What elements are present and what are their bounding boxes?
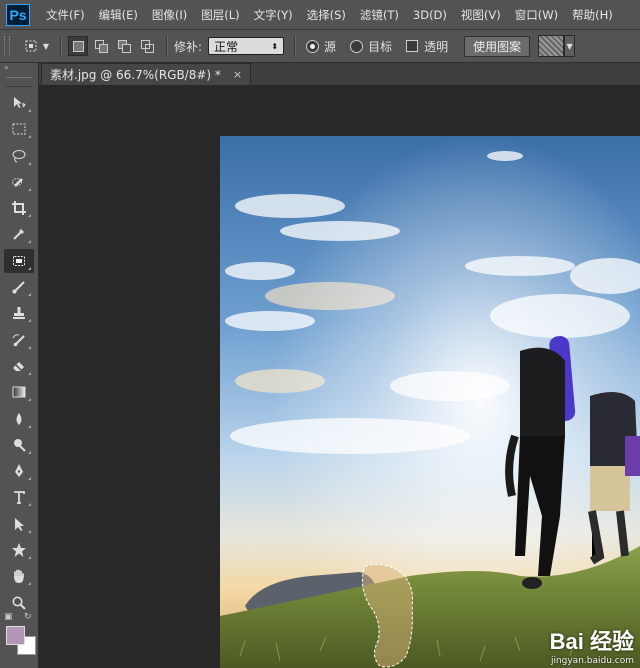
canvas-area[interactable]: Bai 经验 jingyan.baidu.com (39, 85, 640, 668)
quick-selection-icon (12, 177, 23, 187)
default-colors-icon[interactable]: ▣ (4, 612, 13, 622)
photoshop-logo: Ps (6, 3, 30, 26)
patch-icon (13, 255, 25, 266)
menu-3d[interactable]: 3D(D) (413, 8, 447, 22)
intersect-selection-icon (141, 40, 154, 53)
divider (60, 35, 62, 57)
pattern-swatch[interactable] (538, 35, 565, 57)
marquee-tool[interactable] (4, 117, 34, 141)
foreground-color-swatch[interactable] (6, 626, 25, 645)
history-brush-tool[interactable] (4, 328, 34, 352)
history-brush-icon (12, 333, 25, 346)
patch-mode-value: 正常 (214, 39, 239, 54)
new-selection-icon (72, 40, 84, 52)
target-label: 目标 (368, 39, 393, 54)
subtract-from-selection-button[interactable] (114, 36, 134, 56)
pen-tool[interactable] (4, 459, 34, 483)
watermark: Bai 经验 jingyan.baidu.com (550, 624, 634, 666)
document-title: 素材.jpg @ 66.7%(RGB/8#) * (50, 68, 221, 82)
marquee-icon (12, 123, 26, 135)
patch-mode-select[interactable]: 正常 ⬍ (208, 37, 285, 55)
path-selection-tool[interactable] (4, 512, 34, 536)
gradient-tool[interactable] (4, 380, 34, 404)
pen-icon (15, 464, 23, 478)
subtract-selection-icon (118, 40, 131, 53)
gradient-icon (12, 386, 26, 398)
watermark-url: jingyan.baidu.com (550, 656, 634, 666)
zoom-icon (12, 596, 26, 610)
hand-icon (14, 569, 24, 584)
shape-icon (12, 543, 26, 558)
eyedropper-icon (13, 229, 24, 241)
intersect-selection-button[interactable] (137, 36, 157, 56)
menu-file[interactable]: 文件(F) (46, 7, 85, 23)
menu-filter[interactable]: 滤镜(T) (360, 7, 399, 23)
document-tab[interactable]: 素材.jpg @ 66.7%(RGB/8#) * × (41, 63, 252, 85)
photo-canvas[interactable] (220, 136, 640, 668)
type-tool[interactable] (4, 485, 34, 509)
menu-type[interactable]: 文字(Y) (254, 7, 293, 23)
new-selection-button[interactable] (68, 36, 88, 56)
watermark-logo: Bai 经验 (549, 629, 634, 654)
menu-edit[interactable]: 编辑(E) (99, 7, 138, 23)
transparent-checkbox[interactable] (406, 40, 419, 52)
stamp-icon (13, 307, 25, 320)
options-bar: ▼ 修补: 正常 ⬍ 源 目标 透明 使用图案 ▼ (0, 30, 640, 63)
quick-selection-tool[interactable] (4, 170, 34, 194)
source-radio[interactable] (306, 39, 320, 53)
menu-view[interactable]: 视图(V) (461, 7, 501, 23)
color-swatches: ▣ ↻ (4, 612, 36, 666)
lasso-icon (12, 149, 26, 163)
menu-layer[interactable]: 图层(L) (201, 7, 239, 23)
menu-image[interactable]: 图像(I) (152, 7, 187, 23)
eraser-icon (13, 361, 24, 371)
chevron-down-icon: ▼ (42, 41, 50, 51)
menu-bar: Ps 文件(F) 编辑(E) 图像(I) 图层(L) 文字(Y) 选择(S) 滤… (0, 0, 640, 30)
add-to-selection-button[interactable] (91, 36, 111, 56)
brush-icon (12, 281, 25, 294)
collapse-panel-button[interactable]: » (0, 63, 38, 73)
target-radio[interactable] (350, 39, 364, 53)
custom-shape-tool[interactable] (4, 538, 34, 562)
tools-panel: » ▣ ↻ (0, 63, 39, 668)
hand-tool[interactable] (4, 564, 34, 588)
crop-tool[interactable] (4, 196, 34, 220)
add-selection-icon (95, 40, 108, 53)
dodge-icon (14, 438, 26, 452)
eyedropper-tool[interactable] (4, 222, 34, 246)
panel-handle[interactable] (6, 77, 32, 87)
document-tab-bar: 素材.jpg @ 66.7%(RGB/8#) * × (39, 63, 640, 85)
use-pattern-button[interactable]: 使用图案 (464, 35, 531, 57)
path-select-icon (15, 517, 24, 531)
blur-icon (16, 412, 22, 425)
swap-colors-icon[interactable]: ↻ (24, 612, 32, 622)
menu-select[interactable]: 选择(S) (307, 7, 346, 23)
brush-tool[interactable] (4, 275, 34, 299)
menu-help[interactable]: 帮助(H) (572, 7, 613, 23)
transparent-label: 透明 (424, 39, 449, 54)
move-tool[interactable] (4, 91, 34, 115)
divider (294, 35, 297, 57)
chevron-down-icon: ▼ (566, 41, 573, 51)
crop-icon (12, 201, 26, 216)
close-icon[interactable]: × (233, 68, 242, 81)
options-bar-grip[interactable] (4, 36, 10, 56)
type-icon (14, 491, 25, 505)
pattern-dropdown[interactable]: ▼ (564, 35, 576, 57)
eraser-tool[interactable] (4, 354, 34, 378)
dodge-tool[interactable] (4, 433, 34, 457)
divider (166, 35, 168, 57)
patch-icon (25, 40, 37, 52)
patch-tool[interactable] (4, 248, 34, 273)
patch-label: 修补: (174, 39, 203, 54)
menu-window[interactable]: 窗口(W) (515, 7, 558, 23)
source-label: 源 (324, 39, 337, 54)
move-icon (14, 97, 26, 108)
blur-tool[interactable] (4, 407, 34, 431)
lasso-tool[interactable] (4, 144, 34, 168)
clone-stamp-tool[interactable] (4, 301, 34, 325)
select-arrows-icon: ⬍ (271, 41, 279, 51)
tool-preset-picker[interactable]: ▼ (18, 35, 54, 57)
